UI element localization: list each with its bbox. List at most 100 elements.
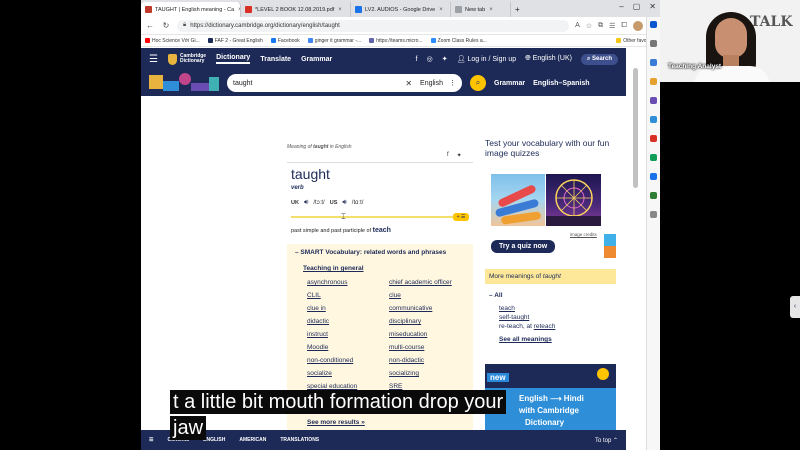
us-speaker-icon[interactable]: 🔊︎ (342, 199, 346, 207)
close-icon[interactable]: × (439, 7, 443, 13)
add-to-list-button[interactable]: + ☰ (453, 213, 469, 221)
vocab-link[interactable]: miseducation (389, 331, 427, 338)
collections-icon[interactable]: ⧉ (598, 22, 603, 30)
definition-link[interactable]: teach (373, 227, 391, 234)
search-icon[interactable]: ⌕ (470, 75, 486, 91)
scrollbar-thumb[interactable] (633, 68, 638, 188)
to-top-link[interactable]: To top ⌃ (595, 437, 618, 444)
menu-icon[interactable]: ☰ (149, 437, 153, 443)
facebook-share-icon[interactable]: f (447, 152, 449, 159)
cambridge-logo[interactable]: Cambridge Dictionary (167, 53, 206, 65)
address-bar[interactable]: 🔒︎ https://dictionary.cambridge.org/dict… (177, 19, 570, 32)
outlook-icon[interactable] (650, 135, 657, 142)
vocab-link[interactable]: SRE (389, 383, 402, 390)
maximize-icon[interactable]: ▢ (633, 2, 641, 11)
close-icon[interactable]: × (338, 7, 342, 13)
english-spanish-link[interactable]: English–Spanish (533, 80, 589, 87)
tab-taught[interactable]: TAUGHT | English meaning - Ca × (141, 2, 241, 17)
close-icon[interactable]: × (489, 7, 493, 13)
footer-english[interactable]: ENGLISH (203, 437, 225, 443)
bookmark-item[interactable]: Facebook (270, 38, 300, 44)
meaning-link[interactable]: teach (499, 305, 616, 312)
facebook-icon[interactable]: f (416, 56, 418, 63)
close-window-icon[interactable]: ✕ (649, 2, 656, 11)
all-toggle[interactable]: – All (489, 292, 616, 299)
read-aloud-icon[interactable]: A (575, 22, 580, 29)
vocab-link[interactable]: communicative (389, 305, 432, 312)
extensions-icon[interactable]: ⧠ (621, 22, 627, 30)
smart-vocab-title[interactable]: – SMART Vocabulary: related words and ph… (295, 249, 446, 256)
vocab-link[interactable]: clue in (307, 305, 326, 312)
bookmark-item[interactable]: FAF 2 - Great English (207, 38, 263, 44)
collapse-panel-handle[interactable]: ‹ (790, 296, 800, 318)
vocab-link[interactable]: disciplinary (389, 318, 421, 325)
reteach-line: re-teach, at reteach (499, 323, 616, 330)
grammar-link[interactable]: Grammar (494, 80, 525, 87)
menu-icon[interactable]: ☰ (149, 54, 158, 65)
search-language[interactable]: English (420, 80, 443, 87)
uk-speaker-icon[interactable]: 🔊︎ (304, 199, 308, 207)
new-tab-button[interactable]: + (511, 2, 525, 17)
vocab-link[interactable]: didactic (307, 318, 329, 325)
vocab-link[interactable]: asynchronous (307, 279, 347, 286)
vocab-link[interactable]: socialize (307, 370, 332, 377)
shopping-icon[interactable] (650, 59, 657, 66)
try-quiz-button[interactable]: Try a quiz now (491, 240, 556, 253)
profile-avatar[interactable] (633, 20, 643, 31)
tree-icon[interactable] (650, 192, 657, 199)
login-link[interactable]: 👤︎ Log in / Sign up (457, 55, 517, 63)
nav-grammar[interactable]: Grammar (301, 56, 332, 63)
audio-track[interactable] (291, 216, 459, 218)
bookmark-item[interactable]: https://teams.micro... (369, 38, 423, 44)
vocab-link[interactable]: socializing (389, 370, 419, 377)
twitter-icon[interactable]: ✦ (442, 55, 448, 63)
drop-icon[interactable] (650, 154, 657, 161)
office-icon[interactable] (650, 116, 657, 123)
add-icon[interactable] (650, 211, 657, 218)
favorite-star-icon[interactable]: ☆ (586, 22, 592, 30)
search-icon[interactable] (650, 40, 657, 47)
see-more-results-link[interactable]: See more results » (307, 419, 365, 426)
page-scrollbar[interactable] (626, 48, 646, 450)
tools-icon[interactable] (650, 78, 657, 85)
footer-american[interactable]: AMERICAN (239, 437, 266, 443)
tab-level2-book[interactable]: *LEVEL 2 BOOK 12.08.2019.pdf × (241, 2, 351, 17)
vocab-link[interactable]: non-didactic (389, 357, 424, 364)
bookmark-item[interactable]: ginger it grammar -... (307, 38, 361, 44)
vocab-link[interactable]: multi-course (389, 344, 424, 351)
vocab-link[interactable]: CLIL (307, 292, 321, 299)
image-credits-link[interactable]: image credits (570, 232, 597, 237)
back-icon[interactable]: ← (145, 21, 155, 30)
tab-new-tab[interactable]: New tab × (451, 2, 511, 17)
vocab-link[interactable]: clue (389, 292, 401, 299)
bing-icon[interactable] (650, 21, 657, 28)
search-input[interactable]: taught ✕ English ⋮ (227, 74, 462, 92)
instagram-icon[interactable]: ◎ (427, 55, 433, 63)
quiz-images[interactable] (491, 174, 601, 226)
clear-icon[interactable]: ✕ (405, 79, 412, 88)
favorites-icon[interactable]: ☰ (609, 22, 615, 30)
games-icon[interactable] (650, 97, 657, 104)
reload-icon[interactable]: ↻ (161, 21, 171, 30)
minimize-icon[interactable]: – (619, 2, 623, 11)
telegram-icon[interactable] (650, 173, 657, 180)
vocab-link[interactable]: Moodle (307, 344, 328, 351)
vocab-link[interactable]: non-conditioned (307, 357, 353, 364)
tab-google-drive[interactable]: LV2. AUDIOS - Google Drive × (351, 2, 451, 17)
vocab-link[interactable]: instruct (307, 331, 328, 338)
bookmark-item[interactable]: Zoom Class Rules a... (430, 38, 487, 44)
vocab-link[interactable]: special education (307, 383, 357, 390)
vocab-link[interactable]: chief academic officer (389, 279, 452, 286)
search-toggle-button[interactable]: ⌕ Search (580, 53, 618, 65)
language-select[interactable]: 🌐︎ English (UK) (525, 55, 572, 63)
nav-translate[interactable]: Translate (260, 56, 291, 63)
reteach-link[interactable]: reteach (534, 323, 556, 330)
see-all-meanings-link[interactable]: See all meanings (499, 336, 616, 343)
smart-vocab-subtitle[interactable]: Teaching in general (303, 265, 364, 272)
footer-translations[interactable]: TRANSLATIONS (280, 437, 319, 443)
bookmark-item[interactable]: Hoc Science Với Gi... (145, 38, 200, 44)
nav-dictionary[interactable]: Dictionary (216, 54, 251, 64)
meaning-link[interactable]: self-taught (499, 314, 616, 321)
more-options-icon[interactable]: ⋮ (449, 79, 456, 87)
twitter-share-icon[interactable]: ✦ (457, 152, 462, 159)
